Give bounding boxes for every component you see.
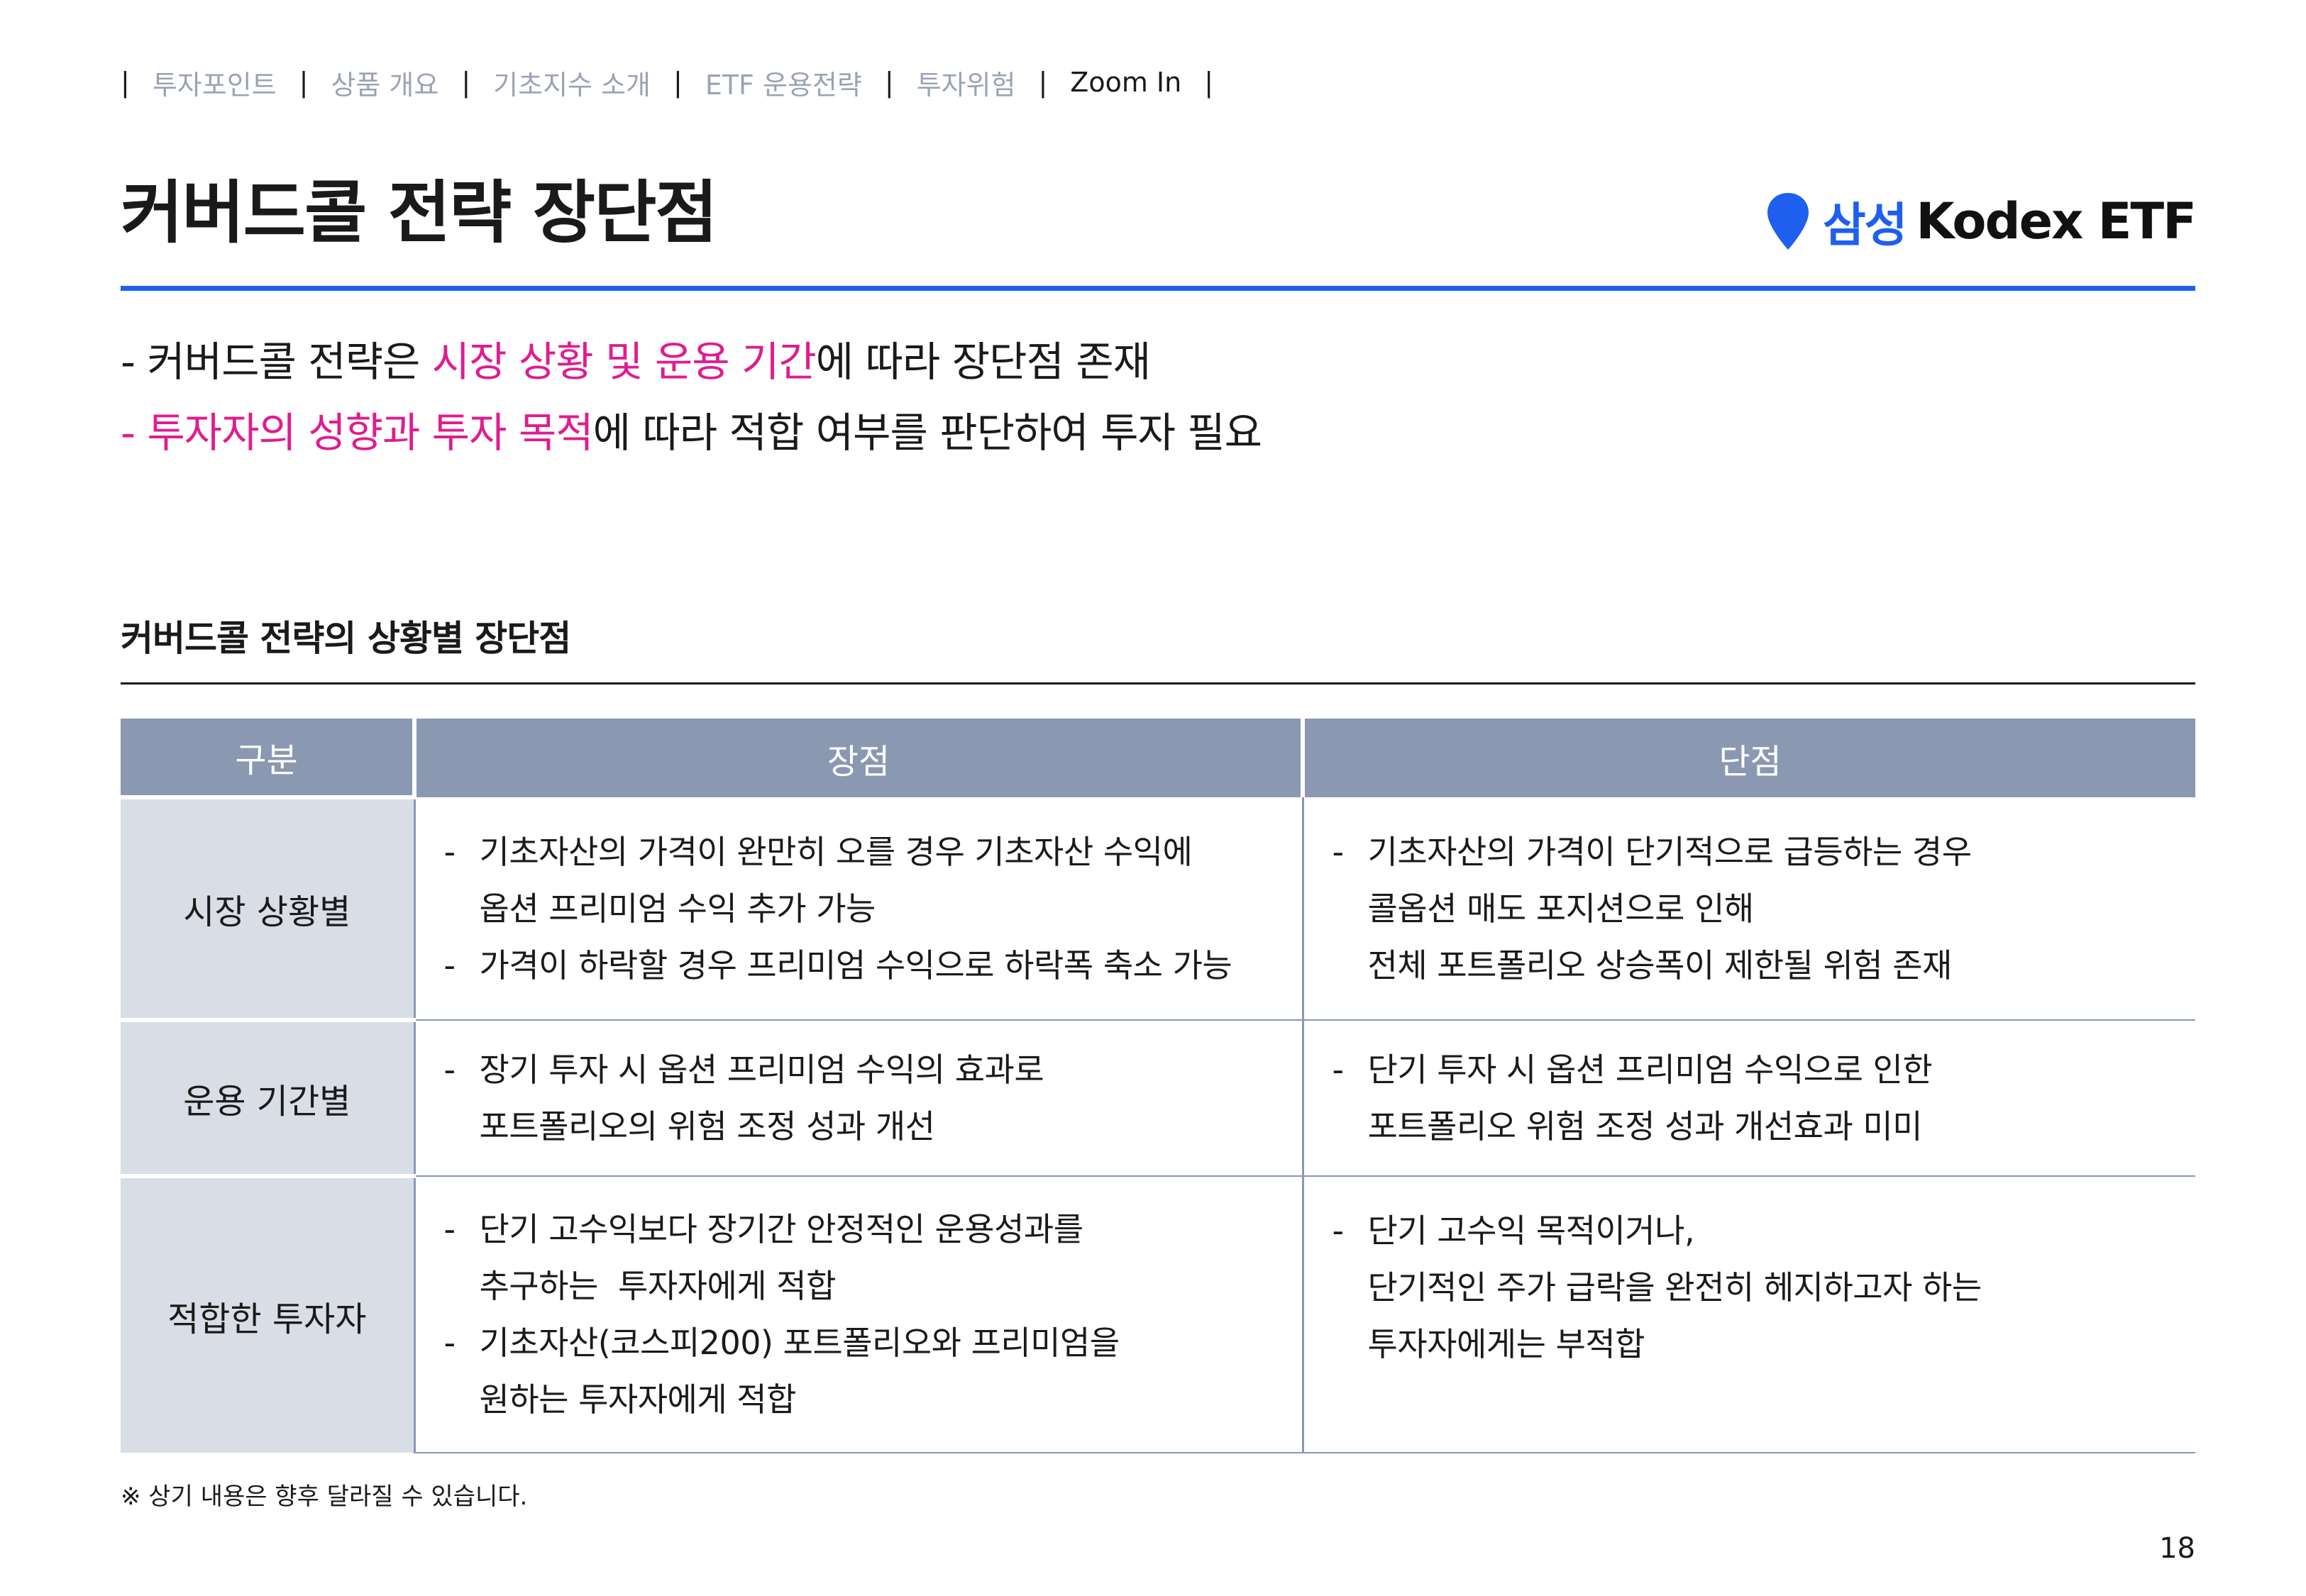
cons-cell: - 단기 고수익 목적이거나, 단기적인 주가 급락을 완전히 헤지하고자 하는 … [1301,1176,2195,1453]
bullet-item: - 기초자산(코스피200) 포트폴리오와 프리미엄을 원하는 투자자에게 적합 [444,1314,1288,1428]
header-category: 구분 [121,719,414,797]
bullet-item: - 장기 투자 시 옵션 프리미엄 수익의 효과로 포트폴리오의 위험 조정 성과… [444,1041,1288,1155]
summary-text: - 커버드콜 전략은 [121,338,432,386]
nav-item-investment-points[interactable]: 투자포인트 [153,63,277,102]
bullet-text: 가격이 하락할 경우 프리미엄 수익으로 하락폭 축소 가능 [479,946,1232,985]
bullet-item: - 기초자산의 가격이 완만히 오를 경우 기초자산 수익에 옵션 프리미엄 수익… [444,824,1288,937]
summary-highlight: - 투자자의 성향과 투자 목적 [121,409,594,457]
table-row: 적합한 투자자 - 단기 고수익보다 장기간 안정적인 운용성과를 추구하는 투자… [121,1174,2195,1453]
nav-separator: | [884,67,894,98]
table-row: 시장 상황별 - 기초자산의 가격이 완만히 오를 경우 기초자산 수익에 옵션 … [121,795,2195,1021]
pros-cell: - 장기 투자 시 옵션 프리미엄 수익의 효과로 포트폴리오의 위험 조정 성과… [413,1020,1303,1177]
header-pros: 장점 [412,719,1303,797]
bullet-item: - 단기 투자 시 옵션 프리미엄 수익으로 인한 포트폴리오 위험 조정 성과 … [1333,1041,2182,1155]
nav-separator: | [299,67,309,98]
bullet-item: - 기초자산의 가격이 단기적으로 급등하는 경우 콜옵션 매도 포지션으로 인해… [1333,824,2182,994]
summary-line: - 투자자의 성향과 투자 목적에 따라 적합 여부를 판단하여 투자 필요 [121,397,1262,468]
row-category: 시장 상황별 [121,795,414,1020]
nav-item-etf-strategy[interactable]: ETF 운용전략 [705,63,862,102]
header-cons: 단점 [1301,719,2195,797]
bullet-text: 기초자산(코스피200) 포트폴리오와 프리미엄을 원하는 투자자에게 적합 [479,1324,1120,1419]
page-number: 18 [2159,1532,2195,1565]
summary-text: 에 따라 장단점 존재 [815,338,1151,386]
logo-brand-korean: 삼성 [1822,198,1907,253]
nav-item-investment-risk[interactable]: 투자위험 [917,63,1016,102]
bullet-item: - 가격이 하락할 경우 프리미엄 수익으로 하락폭 축소 가능 [444,937,1288,994]
logo-brand-english: Kodex ETF [1916,192,2197,250]
summary-line: - 커버드콜 전략은 시장 상황 및 운용 기간에 따라 장단점 존재 [121,326,1262,397]
bullet-text: 기초자산의 가격이 단기적으로 급등하는 경우 콜옵션 매도 포지션으로 인해 … [1367,832,1973,985]
nav-separator: | [1038,67,1048,98]
pros-cell: - 단기 고수익보다 장기간 안정적인 운용성과를 추구하는 투자자에게 적합 -… [413,1176,1303,1453]
section-title: 커버드콜 전략의 상황별 장단점 [121,618,571,659]
location-pin-icon [1767,193,1809,250]
bullet-text: 장기 투자 시 옵션 프리미엄 수익의 효과로 포트폴리오의 위험 조정 성과 … [479,1051,1044,1146]
summary-highlight: 시장 상황 및 운용 기간 [431,338,817,386]
row-category: 운용 기간별 [121,1018,414,1176]
pros-cons-table: 구분 장점 단점 시장 상황별 - 기초자산의 가격이 완만히 오를 경우 기초자… [121,719,2195,1453]
bullet-item: - 단기 고수익보다 장기간 안정적인 운용성과를 추구하는 투자자에게 적합 [444,1201,1288,1314]
nav-separator: | [121,67,130,98]
bullet-text: 단기 고수익 목적이거나, 단기적인 주가 급락을 완전히 헤지하고자 하는 투… [1367,1212,1982,1363]
cons-cell: - 기초자산의 가격이 단기적으로 급등하는 경우 콜옵션 매도 포지션으로 인해… [1301,797,2195,1021]
summary-bullets: - 커버드콜 전략은 시장 상황 및 운용 기간에 따라 장단점 존재 - 투자… [121,326,1262,468]
nav-item-product-overview[interactable]: 상품 개요 [331,63,438,102]
section-divider [121,682,2195,685]
bullet-item: - 단기 고수익 목적이거나, 단기적인 주가 급락을 완전히 헤지하고자 하는 … [1333,1202,2182,1373]
pros-cell: - 기초자산의 가격이 완만히 오를 경우 기초자산 수익에 옵션 프리미엄 수익… [413,797,1303,1021]
row-category: 적합한 투자자 [121,1174,414,1453]
cons-cell: - 단기 투자 시 옵션 프리미엄 수익으로 인한 포트폴리오 위험 조정 성과 … [1301,1020,2195,1177]
nav-item-index-intro[interactable]: 기초지수 소개 [493,63,651,102]
summary-text: 에 따라 적합 여부를 판단하여 투자 필요 [592,409,1262,457]
nav-item-zoom-in[interactable]: Zoom In [1070,67,1181,98]
nav-separator: | [461,67,471,98]
top-navigation: | 투자포인트 | 상품 개요 | 기초지수 소개 | ETF 운용전략 | 투… [121,62,1236,102]
footnote: ※ 상기 내용은 향후 달라질 수 있습니다. [121,1483,528,1511]
title-divider [121,286,2195,291]
bullet-text: 단기 고수익보다 장기간 안정적인 운용성과를 추구하는 투자자에게 적합 [479,1210,1084,1305]
nav-separator: | [673,67,683,98]
nav-separator: | [1204,67,1214,98]
table-row: 운용 기간별 - 장기 투자 시 옵션 프리미엄 수익의 효과로 포트폴리오의 위… [121,1018,2195,1177]
page-title: 커버드콜 전략 장단점 [121,173,718,253]
bullet-text: 기초자산의 가격이 완만히 오를 경우 기초자산 수익에 옵션 프리미엄 수익 … [479,832,1193,928]
bullet-text: 단기 투자 시 옵션 프리미엄 수익으로 인한 포트폴리오 위험 조정 성과 개… [1367,1051,1933,1146]
brand-logo: 삼성 Kodex ETF [1766,186,2197,257]
table-header-row: 구분 장점 단점 [121,719,2195,797]
